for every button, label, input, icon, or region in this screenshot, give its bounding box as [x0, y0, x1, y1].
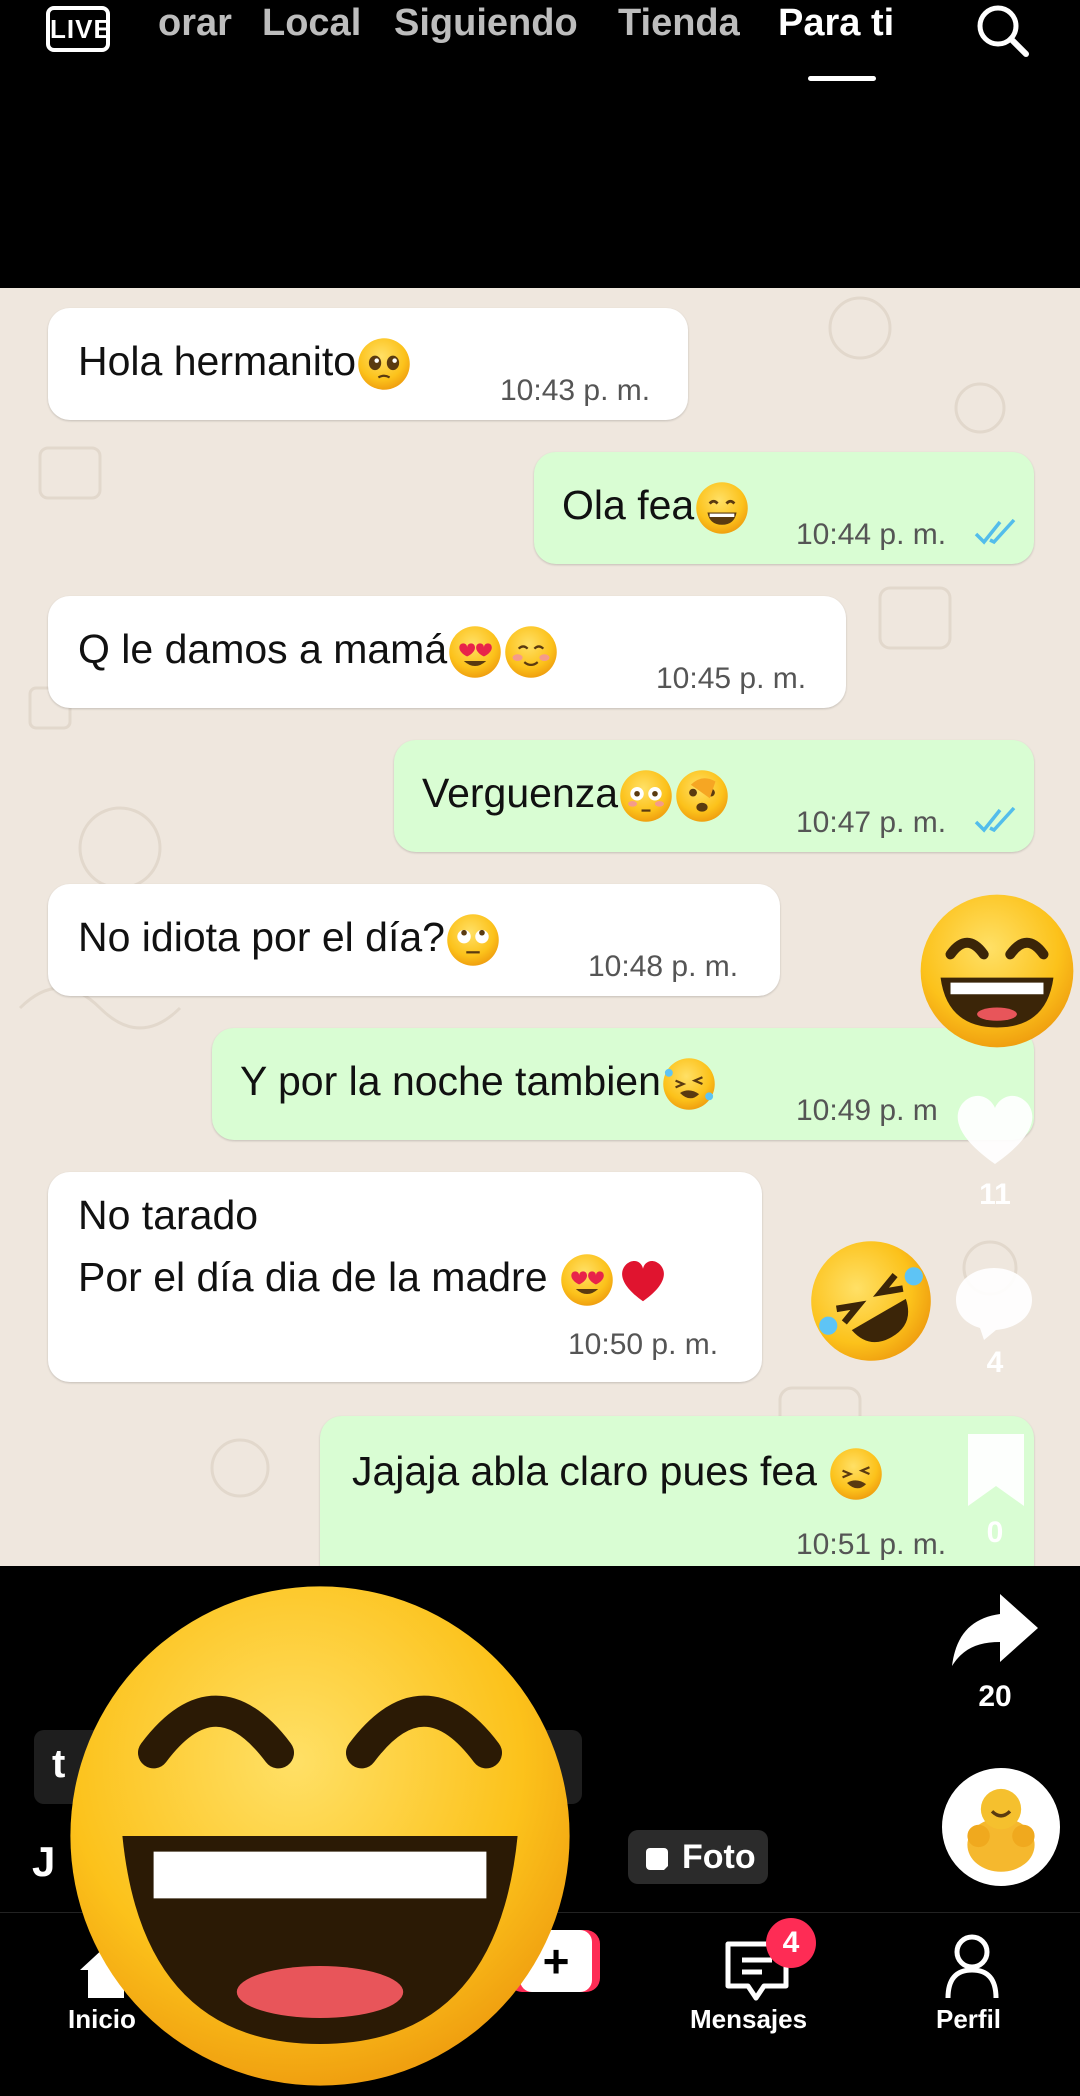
top-navigation: LIVE orar Local Siguiendo Tienda Para ti	[0, 0, 1080, 90]
share-icon[interactable]	[950, 1590, 1040, 1670]
red-heart-icon	[621, 1260, 664, 1302]
comment-count: 4	[986, 1346, 1004, 1379]
message-text-line-1: No tarado	[78, 1192, 259, 1238]
live-icon[interactable]: LIVE	[46, 6, 111, 52]
smiling-blush-icon	[503, 624, 559, 680]
tab-tienda[interactable]: Tienda	[618, 0, 740, 46]
read-receipt-icon	[974, 518, 1016, 545]
heart-eyes-icon	[447, 624, 503, 680]
face-with-hand-icon	[674, 768, 730, 824]
read-receipt-icon	[974, 806, 1016, 833]
messages-badge: 4	[766, 1918, 816, 1968]
author-name[interactable]: J	[32, 1838, 55, 1886]
grinning-face-icon	[694, 480, 750, 536]
message-text: Ola fea	[562, 480, 750, 536]
message-text: Jajaja abla claro pues fea	[352, 1446, 884, 1502]
nav-label-mensajes[interactable]: Mensajes	[690, 2004, 807, 2035]
chat-message-incoming: Hola hermanito 10:43 p. m.	[48, 308, 688, 420]
message-text: Verguenza	[422, 768, 730, 824]
message-time: 10:50 p. m.	[568, 1328, 719, 1361]
message-time: 10:51 p. m.	[796, 1528, 947, 1561]
message-time: 10:43 p. m.	[500, 374, 651, 407]
tab-explorar[interactable]: orar	[158, 0, 232, 46]
message-text: Q le damos a mamá	[78, 624, 559, 680]
share-count: 20	[978, 1680, 1012, 1713]
active-tab-indicator	[808, 76, 876, 81]
muscle-emoji-avatar-icon	[945, 1771, 1057, 1883]
message-time: 10:49 p. m	[796, 1094, 938, 1127]
message-text-line-2: Por el día dia de la madre	[78, 1252, 671, 1308]
chat-message-incoming: Q le damos a mamá 10:45 p. m.	[48, 596, 846, 708]
flushed-face-icon	[618, 768, 674, 824]
message-text: No idiota por el día?	[78, 912, 501, 968]
rofl-icon	[661, 1056, 717, 1112]
rofl-icon	[828, 1446, 884, 1502]
like-heart-icon[interactable]	[950, 1088, 1040, 1168]
chat-message-outgoing: Verguenza 10:47 p. m.	[394, 740, 1034, 852]
tab-para-ti[interactable]: Para ti	[778, 0, 894, 46]
nav-label-perfil[interactable]: Perfil	[936, 2004, 1001, 2035]
photo-icon	[646, 1848, 670, 1870]
tab-siguiendo[interactable]: Siguiendo	[394, 0, 578, 46]
message-time: 10:45 p. m.	[656, 662, 807, 695]
search-icon[interactable]	[970, 0, 1034, 64]
rolling-eyes-icon	[445, 912, 501, 968]
message-time: 10:47 p. m.	[796, 806, 947, 839]
floating-rofl-emoji	[806, 1236, 936, 1366]
like-count: 11	[979, 1178, 1011, 1211]
bookmark-icon[interactable]	[962, 1430, 1030, 1510]
save-count: 0	[986, 1516, 1004, 1549]
message-text: Hola hermanito	[78, 336, 412, 392]
pleading-face-icon	[356, 336, 412, 392]
comment-icon[interactable]	[952, 1262, 1036, 1342]
message-time: 10:48 p. m.	[588, 950, 739, 983]
chat-message-outgoing: Jajaja abla claro pues fea 10:51 p. m.	[320, 1416, 1034, 1566]
profile-icon[interactable]	[944, 1932, 1000, 2002]
message-time: 10:44 p. m.	[796, 518, 947, 551]
message-text: Y por la noche tambien	[240, 1056, 717, 1112]
chat-message-outgoing: Y por la noche tambien 10:49 p. m	[212, 1028, 1034, 1140]
sound-avatar[interactable]	[942, 1768, 1060, 1886]
chat-message-incoming: No idiota por el día? 10:48 p. m.	[48, 884, 780, 996]
floating-laughing-emoji	[914, 888, 1080, 1054]
chat-message-outgoing: Ola fea 10:44 p. m.	[534, 452, 1034, 564]
chat-message-incoming: No tarado Por el día dia de la madre 10:…	[48, 1172, 762, 1382]
tab-local[interactable]: Local	[262, 0, 361, 46]
heart-eyes-icon	[559, 1252, 615, 1308]
foto-label: Foto	[682, 1838, 756, 1876]
large-laughing-emoji	[70, 1586, 570, 2086]
